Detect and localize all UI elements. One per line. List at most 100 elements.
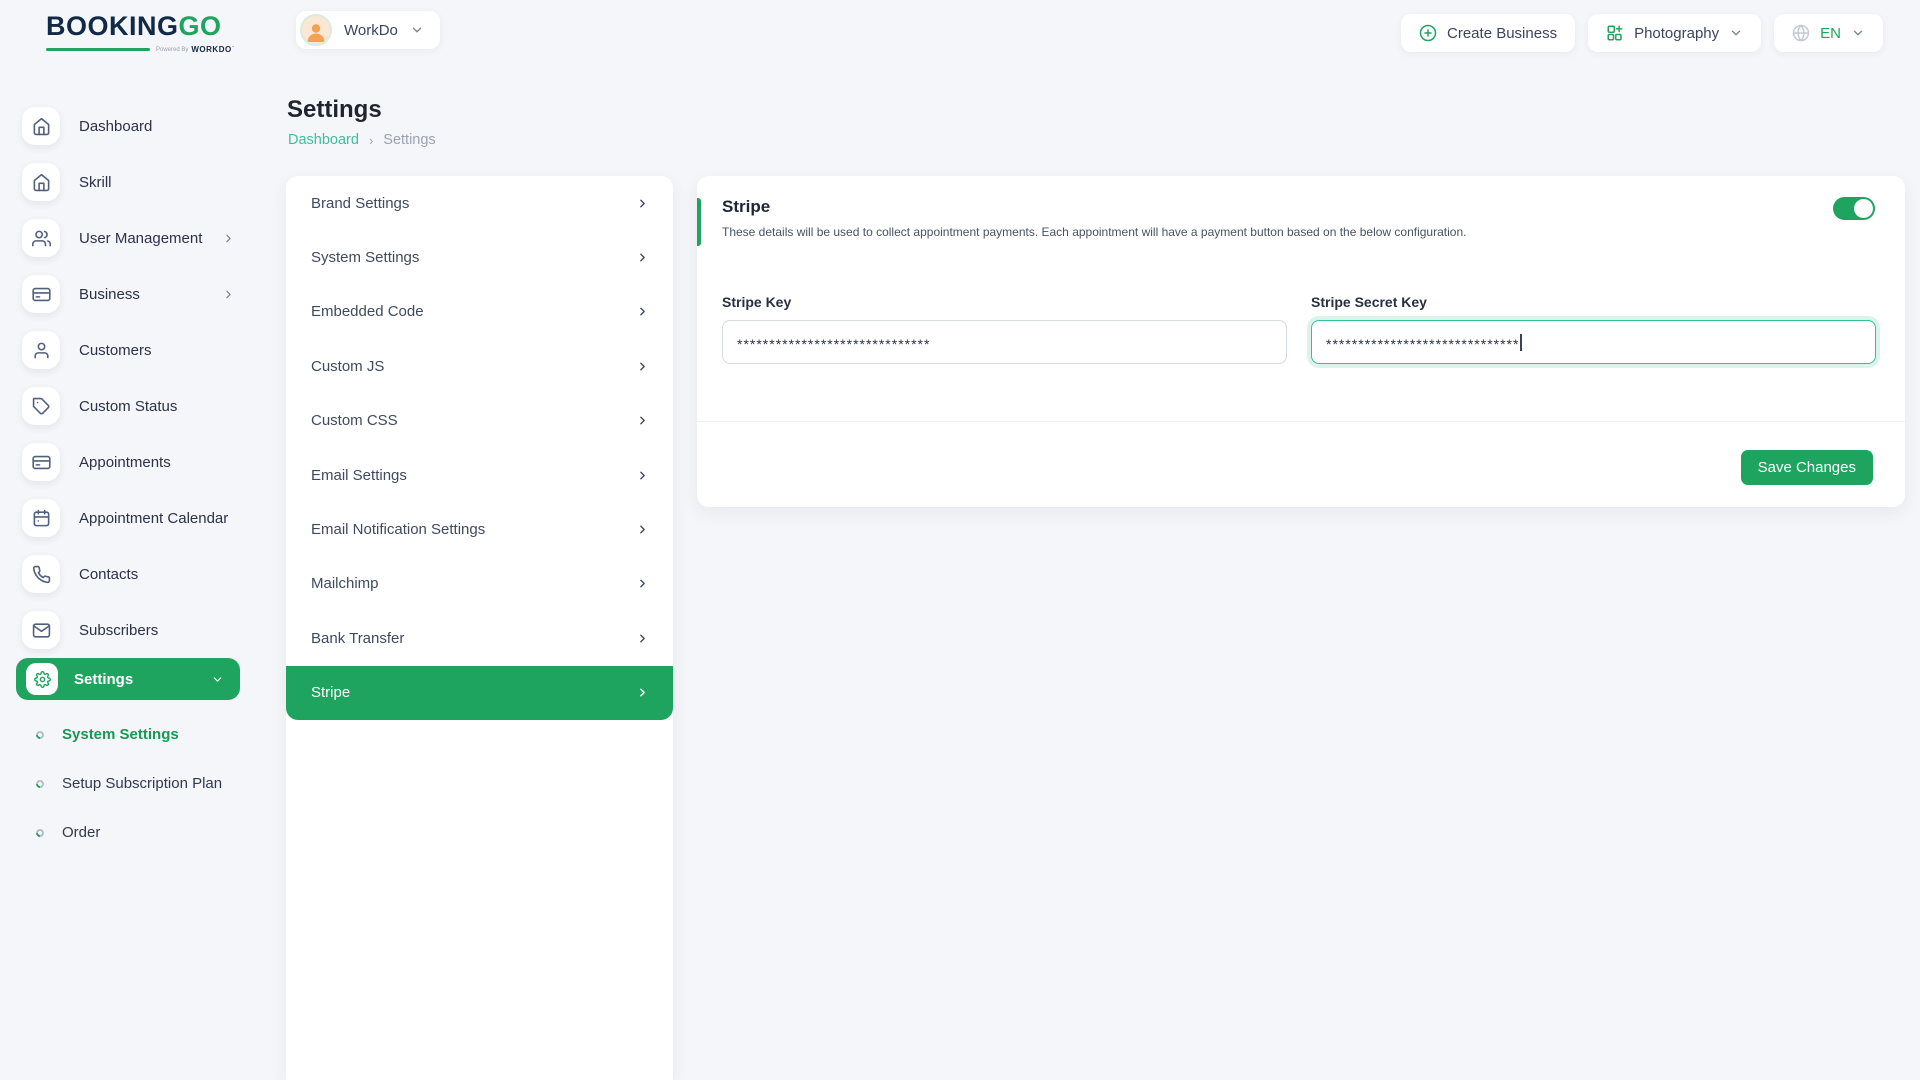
stripe-enabled-toggle[interactable]	[1833, 197, 1875, 220]
chevron-right-icon	[636, 197, 649, 210]
credit-card-icon	[22, 443, 60, 481]
field-label: Stripe Key	[722, 294, 1287, 310]
settings-menu-item-brand-settings[interactable]: Brand Settings	[286, 176, 673, 230]
sidebar-item-label: Contacts	[79, 566, 138, 583]
home-icon	[22, 163, 60, 201]
chevron-right-icon	[222, 232, 235, 245]
sidebar-subitem-label: Setup Subscription Plan	[62, 775, 222, 792]
settings-menu-item-label: Email Notification Settings	[311, 521, 485, 538]
powered-by-label: Powered By	[156, 47, 188, 53]
field-input[interactable]: ******************************	[1311, 320, 1876, 364]
home-icon	[22, 107, 60, 145]
field-stripe-key: Stripe Key *****************************…	[722, 294, 1287, 364]
sidebar-item-subscribers[interactable]: Subscribers	[0, 602, 287, 658]
toggle-knob	[1854, 199, 1873, 218]
settings-menu-item-custom-js[interactable]: Custom JS	[286, 339, 673, 393]
workspace-label: WorkDo	[344, 22, 398, 39]
app-window: BOOKINGGO Powered By WORKDO˙ WorkDo Crea…	[0, 0, 1920, 1080]
sidebar-item-user-management[interactable]: User Management	[0, 210, 287, 266]
user-icon	[22, 331, 60, 369]
settings-menu-item-label: Custom CSS	[311, 412, 398, 429]
header-actions: Create Business Photography EN	[1401, 14, 1883, 52]
stripe-panel-header: Stripe These details will be used to col…	[697, 176, 1905, 239]
panel-accent-bar	[697, 198, 701, 246]
stripe-settings-panel: Stripe These details will be used to col…	[697, 176, 1905, 507]
bullet-icon	[34, 729, 45, 740]
brand-name-part1: BOOKING	[46, 11, 179, 41]
brand-name-part2: GO	[179, 11, 222, 41]
bullet-icon	[34, 827, 45, 838]
chevron-right-icon	[636, 523, 649, 536]
sidebar-subitem-setup-subscription-plan[interactable]: Setup Subscription Plan	[0, 759, 287, 808]
chevron-right-icon	[636, 305, 649, 318]
language-label: EN	[1820, 25, 1841, 42]
person-icon	[304, 20, 328, 44]
chevron-right-icon	[636, 632, 649, 645]
powered-brand-label: WORKDO˙	[191, 45, 235, 54]
sidebar-item-appointments[interactable]: Appointments	[0, 434, 287, 490]
chevron-down-icon	[1851, 26, 1865, 40]
settings-menu-item-mailchimp[interactable]: Mailchimp	[286, 557, 673, 611]
brand-logo[interactable]: BOOKINGGO Powered By WORKDO˙	[46, 13, 266, 54]
page-title: Settings	[287, 96, 382, 124]
sidebar-item-label: Appointments	[79, 454, 171, 471]
field-stripe-secret-key: Stripe Secret Key **********************…	[1311, 294, 1876, 364]
settings-menu-item-custom-css[interactable]: Custom CSS	[286, 394, 673, 448]
sidebar-item-appointment-calendar[interactable]: Appointment Calendar	[0, 490, 287, 546]
language-selector[interactable]: EN	[1774, 14, 1883, 52]
sidebar-item-label: Business	[79, 286, 140, 303]
field-value: ******************************	[737, 336, 930, 352]
sidebar-item-dashboard[interactable]: Dashboard	[0, 98, 287, 154]
breadcrumb-dashboard-link[interactable]: Dashboard	[288, 132, 359, 148]
business-type-label: Photography	[1634, 25, 1719, 42]
chevron-right-icon	[636, 577, 649, 590]
sidebar-item-customers[interactable]: Customers	[0, 322, 287, 378]
field-label: Stripe Secret Key	[1311, 294, 1876, 310]
sidebar-item-skrill[interactable]: Skrill	[0, 154, 287, 210]
brand-underline	[46, 48, 150, 51]
sidebar-item-label: Appointment Calendar	[79, 510, 228, 527]
sidebar-item-settings[interactable]: Settings	[16, 658, 240, 700]
sidebar-subitem-order[interactable]: Order	[0, 808, 287, 857]
stripe-panel-footer: Save Changes	[697, 421, 1905, 507]
text-caret	[1520, 334, 1522, 351]
sidebar-item-label: User Management	[79, 230, 202, 247]
settings-menu-item-email-notification-settings[interactable]: Email Notification Settings	[286, 502, 673, 556]
sidebar: Dashboard Skrill User Management Busines…	[0, 58, 287, 1080]
chevron-right-icon	[636, 469, 649, 482]
business-type-selector[interactable]: Photography	[1588, 14, 1761, 52]
sidebar-subitem-system-settings[interactable]: System Settings	[0, 710, 287, 759]
chevron-right-icon	[636, 251, 649, 264]
chevron-right-icon	[636, 686, 649, 699]
sidebar-nav: Dashboard Skrill User Management Busines…	[0, 98, 287, 700]
field-input[interactable]: ******************************	[722, 320, 1287, 364]
sidebar-item-label: Subscribers	[79, 622, 158, 639]
grid-plus-icon	[1606, 24, 1624, 42]
sidebar-item-business[interactable]: Business	[0, 266, 287, 322]
mail-icon	[22, 611, 60, 649]
breadcrumb: Dashboard › Settings	[288, 132, 436, 148]
calendar-icon	[22, 499, 60, 537]
sidebar-subitem-label: Order	[62, 824, 100, 841]
save-changes-button[interactable]: Save Changes	[1741, 450, 1873, 485]
stripe-fields-row: Stripe Key *****************************…	[722, 294, 1876, 364]
workspace-avatar	[300, 14, 332, 46]
settings-menu-card: Brand Settings System Settings Embedded …	[286, 176, 673, 1080]
settings-menu-item-bank-transfer[interactable]: Bank Transfer	[286, 611, 673, 665]
create-business-button[interactable]: Create Business	[1401, 14, 1575, 52]
settings-menu-item-email-settings[interactable]: Email Settings	[286, 448, 673, 502]
settings-subnav: System Settings Setup Subscription Plan …	[0, 710, 287, 857]
settings-menu-item-label: Custom JS	[311, 358, 384, 375]
workspace-selector[interactable]: WorkDo	[296, 11, 440, 49]
tag-icon	[22, 387, 60, 425]
brand-name: BOOKINGGO	[46, 13, 266, 40]
sidebar-item-label: Dashboard	[79, 118, 152, 135]
sidebar-item-custom-status[interactable]: Custom Status	[0, 378, 287, 434]
users-icon	[22, 219, 60, 257]
settings-menu-item-system-settings[interactable]: System Settings	[286, 230, 673, 284]
field-value: ******************************	[1326, 336, 1519, 352]
settings-menu-item-embedded-code[interactable]: Embedded Code	[286, 285, 673, 339]
phone-icon	[22, 555, 60, 593]
settings-menu-item-stripe[interactable]: Stripe	[286, 666, 673, 720]
sidebar-item-contacts[interactable]: Contacts	[0, 546, 287, 602]
